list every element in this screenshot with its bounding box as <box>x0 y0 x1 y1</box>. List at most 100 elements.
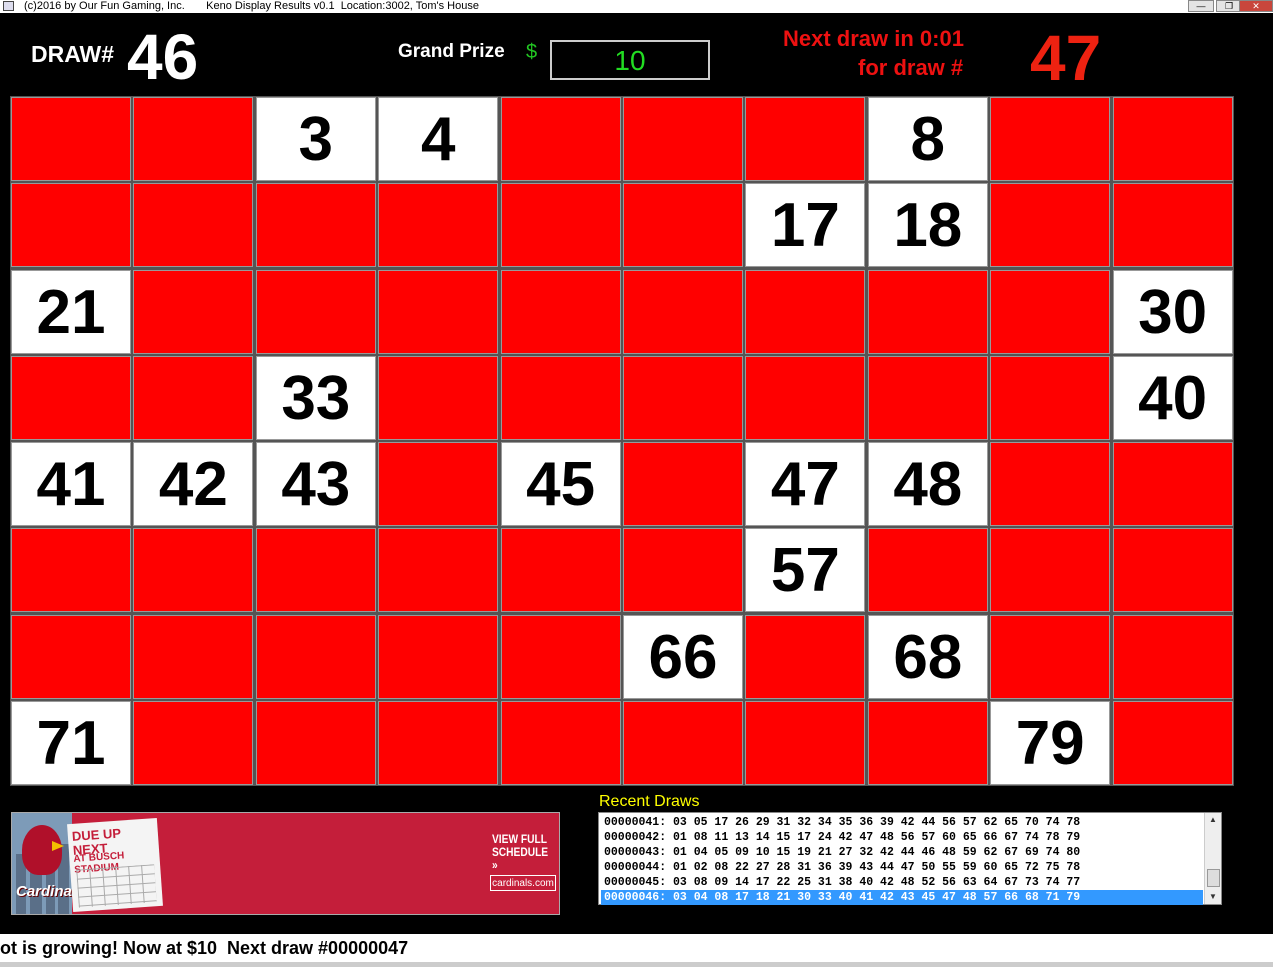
minimize-button[interactable]: — <box>1188 0 1214 12</box>
keno-cell-38 <box>867 355 988 440</box>
keno-cell-11 <box>11 183 131 268</box>
recent-draw-row[interactable]: 00000043: 01 04 05 09 10 15 19 21 27 32 … <box>601 845 1203 860</box>
keno-cell-44 <box>378 442 499 526</box>
keno-cell-29 <box>990 269 1111 354</box>
keno-cell-45: 45 <box>500 442 621 526</box>
keno-cell-52 <box>133 528 254 613</box>
keno-cell-77 <box>745 700 866 785</box>
keno-cell-53 <box>255 528 376 613</box>
keno-cell-15 <box>500 183 621 268</box>
next-draw-label: for draw # <box>858 55 964 80</box>
keno-cell-19 <box>990 183 1111 268</box>
keno-cell-75 <box>500 700 621 785</box>
keno-cell-65 <box>500 614 621 699</box>
keno-cell-80 <box>1112 700 1233 785</box>
app-icon[interactable] <box>3 1 14 11</box>
keno-cell-13 <box>255 183 376 268</box>
scroll-up-icon[interactable]: ▲ <box>1205 813 1221 827</box>
schedule-grid <box>76 864 157 908</box>
keno-cell-71: 71 <box>11 700 131 785</box>
keno-cell-51 <box>11 528 131 613</box>
keno-cell-73 <box>255 700 376 785</box>
scroll-down-icon[interactable]: ▼ <box>1205 890 1221 904</box>
keno-cell-36 <box>623 355 743 440</box>
keno-cell-72 <box>133 700 254 785</box>
cardinals-site-link[interactable]: cardinals.com <box>490 875 556 891</box>
keno-cell-35 <box>500 355 621 440</box>
recent-draw-row[interactable]: 00000045: 03 08 09 14 17 22 25 31 38 40 … <box>601 875 1203 890</box>
window-titlebar: (c)2016 by Our Fun Gaming, Inc. Keno Dis… <box>0 0 1273 13</box>
keno-cell-66: 66 <box>623 614 743 699</box>
keno-cell-57: 57 <box>745 528 866 613</box>
keno-cell-37 <box>745 355 866 440</box>
keno-cell-14 <box>378 183 499 268</box>
keno-cell-7 <box>745 97 866 181</box>
keno-cell-1 <box>11 97 131 181</box>
keno-cell-26 <box>623 269 743 354</box>
close-button[interactable]: ✕ <box>1239 0 1273 12</box>
scroll-thumb[interactable] <box>1207 869 1220 887</box>
cardinal-beak-icon <box>52 841 64 851</box>
grand-prize-label: Grand Prize <box>398 41 505 62</box>
keno-cell-58 <box>867 528 988 613</box>
keno-cell-64 <box>378 614 499 699</box>
keno-cell-50 <box>1112 442 1233 526</box>
keno-cell-27 <box>745 269 866 354</box>
keno-cell-23 <box>255 269 376 354</box>
keno-cell-30: 30 <box>1112 269 1233 354</box>
keno-cell-4: 4 <box>378 97 499 181</box>
keno-cell-60 <box>1112 528 1233 613</box>
window-title: (c)2016 by Our Fun Gaming, Inc. Keno Dis… <box>24 0 479 12</box>
keno-cell-78 <box>867 700 988 785</box>
keno-cell-63 <box>255 614 376 699</box>
next-draw-number: 47 <box>1030 22 1102 94</box>
keno-cell-43: 43 <box>255 442 376 526</box>
recent-draws-scrollbar[interactable]: ▲ ▼ <box>1204 813 1221 904</box>
keno-cell-40: 40 <box>1112 355 1233 440</box>
taskbar <box>0 962 1273 967</box>
keno-cell-9 <box>990 97 1111 181</box>
keno-board: 3 4 8 17 18 21 30 33 40 41 42 43 45 47 48 57 66 68 71 79 <box>10 96 1234 786</box>
grand-prize-currency: $ <box>526 41 538 63</box>
recent-draw-row[interactable]: 00000044: 01 02 08 22 27 28 31 36 39 43 … <box>601 860 1203 875</box>
keno-cell-16 <box>623 183 743 268</box>
keno-cell-5 <box>500 97 621 181</box>
current-draw-number: 46 <box>127 21 199 93</box>
keno-cell-21: 21 <box>11 269 131 354</box>
keno-cell-62 <box>133 614 254 699</box>
next-draw-countdown: Next draw in 0:01 <box>783 26 964 51</box>
recent-draw-row[interactable]: 00000046: 03 04 08 17 18 21 30 33 40 41 … <box>601 890 1203 905</box>
keno-cell-18: 18 <box>867 183 988 268</box>
keno-cell-28 <box>867 269 988 354</box>
keno-cell-12 <box>133 183 254 268</box>
keno-cell-24 <box>378 269 499 354</box>
keno-cell-3: 3 <box>255 97 376 181</box>
recent-draw-row[interactable]: 00000041: 03 05 17 26 29 31 32 34 35 36 … <box>601 815 1203 830</box>
keno-cell-32 <box>133 355 254 440</box>
keno-cell-39 <box>990 355 1111 440</box>
recent-draws-label: Recent Draws <box>599 793 700 810</box>
keno-cell-34 <box>378 355 499 440</box>
keno-cell-49 <box>990 442 1111 526</box>
jackpot-ticker: ot is growing! Now at $10 Next draw #000… <box>0 934 1273 962</box>
keno-cell-76 <box>623 700 743 785</box>
keno-cell-20 <box>1112 183 1233 268</box>
keno-cell-55 <box>500 528 621 613</box>
keno-cell-2 <box>133 97 254 181</box>
keno-cell-69 <box>990 614 1111 699</box>
keno-cell-41: 41 <box>11 442 131 526</box>
keno-cell-46 <box>623 442 743 526</box>
keno-cell-33: 33 <box>255 355 376 440</box>
keno-cell-54 <box>378 528 499 613</box>
keno-cell-56 <box>623 528 743 613</box>
recent-draws-list[interactable]: 00000041: 03 05 17 26 29 31 32 34 35 36 … <box>598 812 1222 905</box>
recent-draw-row[interactable]: 00000042: 01 08 11 13 14 15 17 24 42 47 … <box>601 830 1203 845</box>
cardinals-ad-banner[interactable]: Cardinals DUE UP NEXT AT BUSCH STADIUM V… <box>11 812 560 915</box>
keno-cell-25 <box>500 269 621 354</box>
view-schedule-link[interactable]: VIEW FULL SCHEDULE » <box>492 833 552 872</box>
keno-cell-67 <box>745 614 866 699</box>
keno-cell-42: 42 <box>133 442 254 526</box>
keno-cell-17: 17 <box>745 183 866 268</box>
keno-cell-6 <box>623 97 743 181</box>
keno-cell-59 <box>990 528 1111 613</box>
